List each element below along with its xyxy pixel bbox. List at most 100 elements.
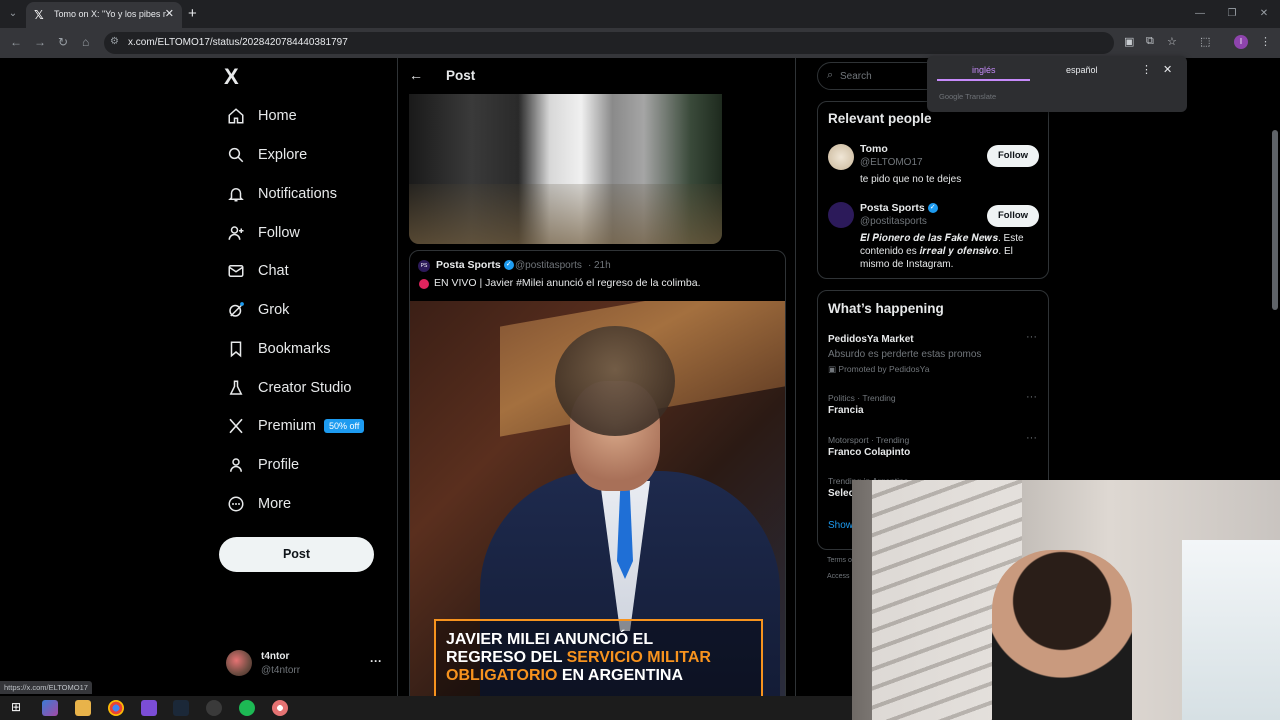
quote-media-image[interactable]: JAVIER MILEI ANUNCIÓ EL REGRESO DEL SERV… xyxy=(410,301,785,696)
follow-button[interactable]: Follow xyxy=(987,145,1039,167)
browser-tab[interactable]: 𝕏 Tomo on X: "Yo y los pibes mañ ✕ xyxy=(26,2,182,28)
profile-avatar[interactable]: I xyxy=(1234,35,1248,49)
reload-icon[interactable]: ↻ xyxy=(58,35,68,49)
person-bio-3: mismo de Instagram. xyxy=(860,259,954,270)
banner-line-2-white: REGRESO DEL xyxy=(446,649,567,666)
browser-menu-icon[interactable]: ⋮ xyxy=(1260,35,1271,48)
trend-meta: Politics · Trending xyxy=(828,393,896,403)
trend-name[interactable]: PedidosYa Market xyxy=(828,334,914,345)
relevant-people-panel: Relevant people Tomo @ELTOMO17 te pido q… xyxy=(817,101,1049,279)
panel-title: What’s happening xyxy=(828,301,944,316)
restore-icon[interactable]: ❐ xyxy=(1216,0,1248,28)
main-column: ← Post PS Posta Sports ✓ @postitasports ·… xyxy=(397,58,796,696)
nav-profile[interactable]: Profile xyxy=(226,453,299,477)
more-dots-icon[interactable]: ··· xyxy=(1026,331,1037,343)
search-icon xyxy=(226,145,246,165)
nav-label: Home xyxy=(258,108,297,124)
webcam-person xyxy=(992,550,1132,720)
trend-name[interactable]: Francia xyxy=(828,405,864,416)
person-add-icon xyxy=(226,223,246,243)
translate-menu-icon[interactable]: ⋮ xyxy=(1141,63,1152,76)
more-dots-icon[interactable]: ··· xyxy=(1026,391,1037,403)
tab-search-icon[interactable]: ⌄ xyxy=(4,5,22,23)
nav-bookmarks[interactable]: Bookmarks xyxy=(226,337,331,361)
nav-creator-studio[interactable]: Creator Studio xyxy=(226,376,352,400)
translate-close-icon[interactable]: ✕ xyxy=(1163,63,1172,76)
nav-home[interactable]: Home xyxy=(226,104,297,128)
post-media-image[interactable] xyxy=(409,94,722,244)
tab-close-icon[interactable]: ✕ xyxy=(165,7,174,20)
footer-accessibility-link[interactable]: Access xyxy=(827,573,850,580)
chrome-profile-icon[interactable] xyxy=(272,700,288,716)
translate-page-icon[interactable]: ▣ xyxy=(1124,35,1134,48)
nav-label: Chat xyxy=(258,263,289,279)
person-name-label: Posta Sports xyxy=(860,202,925,214)
forward-icon[interactable]: → xyxy=(34,35,46,49)
nav-label: More xyxy=(258,496,292,512)
show-more-link[interactable]: Show xyxy=(828,520,853,531)
person-bio-2: contenido es 𝒊𝒓𝒓𝒆𝒂𝒍 𝒚 𝒐𝒇𝒆𝒏𝒔𝒊𝒗𝒐. El xyxy=(860,246,1013,257)
x-icon xyxy=(226,416,246,436)
back-icon[interactable]: ← xyxy=(10,35,22,49)
trend-name[interactable]: Selec xyxy=(828,488,854,499)
chrome-icon[interactable] xyxy=(108,700,124,716)
person-name[interactable]: Posta Sports ✓ xyxy=(860,202,938,214)
post-button[interactable]: Post xyxy=(219,537,374,572)
translate-target-tab[interactable]: español xyxy=(1066,65,1098,75)
windows-start-icon[interactable]: ⊞ xyxy=(8,700,24,716)
follow-button[interactable]: Follow xyxy=(987,205,1039,227)
nav-chat[interactable]: Chat xyxy=(226,259,289,283)
translate-source-tab[interactable]: inglés xyxy=(972,65,996,75)
discount-badge: 50% off xyxy=(324,419,365,433)
banner-line-1: JAVIER MILEI ANUNCIÓ EL xyxy=(446,631,654,648)
address-bar[interactable]: ⚙ x.com/ELTOMO17/status/2028420784440381… xyxy=(104,32,1114,54)
home-browser-icon[interactable]: ⌂ xyxy=(82,35,89,49)
bookmark-star-icon[interactable]: ☆ xyxy=(1167,35,1177,48)
bell-icon xyxy=(226,184,246,204)
grok-icon xyxy=(226,300,246,320)
close-window-icon[interactable]: ✕ xyxy=(1248,0,1280,28)
person-name[interactable]: Tomo xyxy=(860,143,888,155)
back-arrow-icon[interactable]: ← xyxy=(409,67,423,83)
copilot-icon[interactable] xyxy=(42,700,58,716)
avatar[interactable] xyxy=(828,144,854,170)
obs-icon[interactable] xyxy=(206,700,222,716)
promoted-text: Promoted by PedidosYa xyxy=(838,364,930,374)
steam-icon[interactable] xyxy=(173,700,189,716)
cast-icon[interactable]: ⧉ xyxy=(1146,35,1154,48)
nav-more[interactable]: More xyxy=(226,492,291,516)
quoted-post[interactable]: PS Posta Sports ✓ @postitasports · 21h EN… xyxy=(409,250,786,696)
tab-title: Tomo on X: "Yo y los pibes mañ xyxy=(54,9,166,19)
trend-name[interactable]: Franco Colapinto xyxy=(828,447,910,458)
nav-premium[interactable]: Premium 50% off xyxy=(226,414,365,438)
os-taskbar: ⊞ xyxy=(0,696,852,720)
more-circle-icon xyxy=(226,494,246,514)
new-tab-button[interactable]: + xyxy=(188,5,197,22)
quote-timestamp[interactable]: 21h xyxy=(594,260,611,271)
person-handle: @ELTOMO17 xyxy=(860,157,923,168)
quote-author-name[interactable]: Posta Sports ✓ xyxy=(436,259,514,271)
nav-explore[interactable]: Explore xyxy=(226,143,307,167)
search-icon: ⌕ xyxy=(827,69,834,81)
spotify-icon[interactable] xyxy=(239,700,255,716)
nav-notifications[interactable]: Notifications xyxy=(226,182,337,206)
more-dots-icon[interactable]: ··· xyxy=(1026,432,1037,444)
file-explorer-icon[interactable] xyxy=(75,700,91,716)
footer-terms-link[interactable]: Terms o xyxy=(827,557,852,564)
nav-follow[interactable]: Follow xyxy=(226,221,300,245)
promoted-label: ▣ Promoted by PedidosYa xyxy=(828,364,930,374)
scroll-thumb[interactable] xyxy=(1272,130,1278,310)
x-logo-icon[interactable]: X xyxy=(224,64,239,90)
site-info-icon[interactable]: ⚙ xyxy=(110,36,119,47)
nav-grok[interactable]: Grok xyxy=(226,298,289,322)
avatar[interactable] xyxy=(828,202,854,228)
extensions-icon[interactable]: ⬚ xyxy=(1200,35,1210,48)
minimize-icon[interactable]: — xyxy=(1184,0,1216,28)
window-controls: — ❐ ✕ xyxy=(1184,0,1280,28)
account-switcher[interactable]: t4ntor @t4ntorr ··· xyxy=(226,648,386,680)
more-dots-icon[interactable]: ··· xyxy=(370,654,382,668)
page-title: Post xyxy=(446,68,476,83)
discord-icon[interactable] xyxy=(141,700,157,716)
news-banner: JAVIER MILEI ANUNCIÓ EL REGRESO DEL SERV… xyxy=(434,619,763,696)
media-floor xyxy=(409,184,722,244)
